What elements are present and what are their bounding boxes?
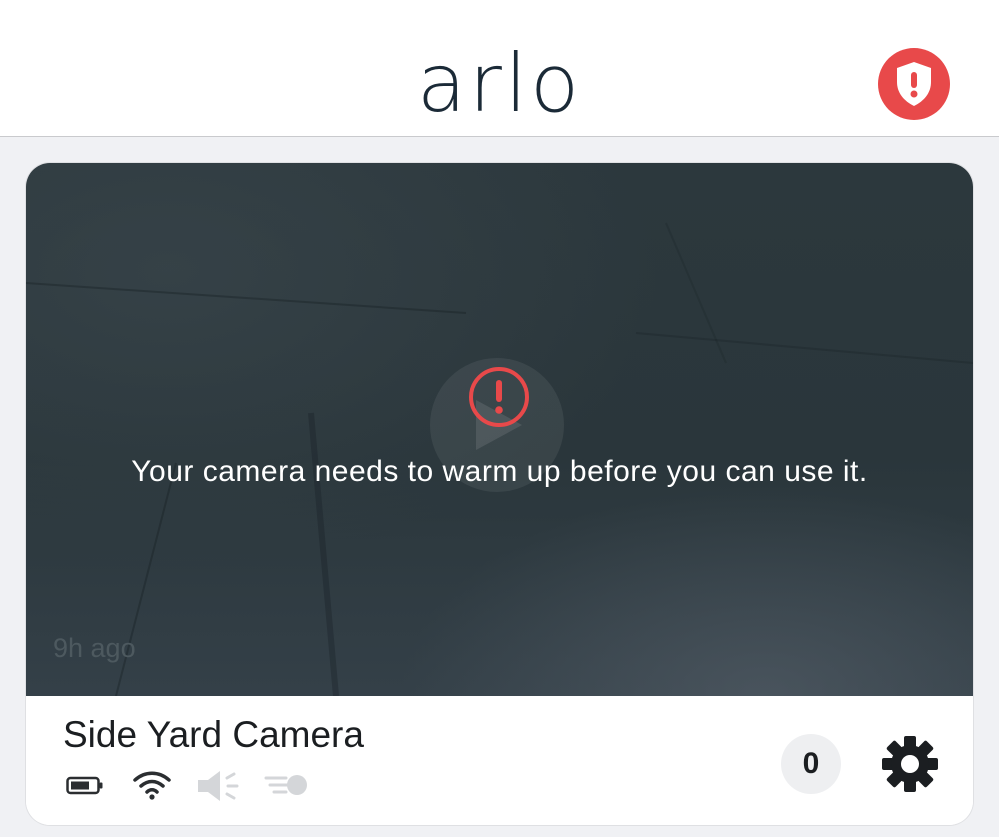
- camera-preview[interactable]: Your camera needs to warm up before you …: [26, 163, 973, 696]
- speaker-muted-icon: [196, 768, 244, 809]
- motion-sensor-icon: [264, 768, 314, 807]
- event-count-badge[interactable]: 0: [781, 734, 841, 794]
- shield-exclamation-icon: [897, 62, 931, 106]
- warm-up-message: Your camera needs to warm up before you …: [131, 455, 868, 488]
- security-alert-button[interactable]: [878, 48, 950, 120]
- battery-icon: [66, 768, 104, 807]
- exclamation-circle-icon: [469, 367, 529, 427]
- camera-name: Side Yard Camera: [63, 714, 364, 755]
- arlo-logo: arlo: [416, 37, 583, 130]
- camera-info-bar: Side Yard Camera 0: [26, 696, 973, 825]
- gear-icon[interactable]: [881, 735, 939, 793]
- camera-card: Your camera needs to warm up before you …: [26, 163, 973, 825]
- app-header: arlo: [0, 0, 999, 137]
- wifi-icon: [132, 768, 172, 807]
- last-snapshot-time: 9h ago: [53, 633, 136, 663]
